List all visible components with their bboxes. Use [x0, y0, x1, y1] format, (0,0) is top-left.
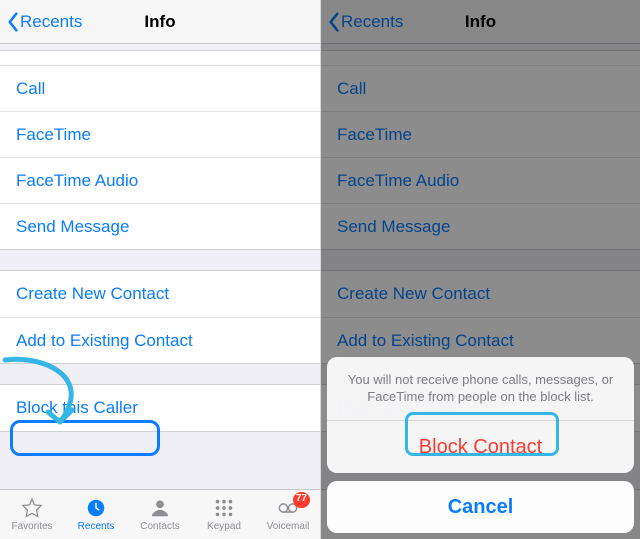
action-sheet: You will not receive phone calls, messag… — [327, 357, 634, 533]
keypad-icon — [212, 497, 236, 519]
action-sheet-message: You will not receive phone calls, messag… — [327, 357, 634, 421]
scroll-content: Call FaceTime FaceTime Audio Send Messag… — [0, 50, 320, 432]
phone-right: Recents Info Call FaceTime FaceTime Audi… — [320, 0, 640, 539]
nav-bar: Recents Info — [0, 0, 320, 44]
call-row[interactable]: Call — [0, 65, 320, 111]
tab-bar: Favorites Recents Contacts Keypad — [0, 489, 320, 539]
back-button[interactable]: Recents — [0, 12, 82, 32]
block-contact-button[interactable]: Block Contact — [327, 421, 634, 473]
tab-recents[interactable]: Recents — [64, 490, 128, 539]
actions-group: Call FaceTime FaceTime Audio Send Messag… — [0, 50, 320, 250]
tab-contacts[interactable]: Contacts — [128, 490, 192, 539]
clock-icon — [84, 497, 108, 519]
add-existing-contact-row[interactable]: Add to Existing Contact — [0, 317, 320, 363]
block-caller-row[interactable]: Block this Caller — [0, 385, 320, 431]
action-sheet-body: You will not receive phone calls, messag… — [327, 357, 634, 473]
tab-keypad[interactable]: Keypad — [192, 490, 256, 539]
truncated-row — [0, 51, 320, 65]
voicemail-badge: 77 — [293, 492, 310, 508]
tab-favorites[interactable]: Favorites — [0, 490, 64, 539]
tab-voicemail[interactable]: Voicemail 77 — [256, 490, 320, 539]
screenshot-pair: Recents Info Call FaceTime FaceTime Audi… — [0, 0, 640, 539]
back-label: Recents — [20, 12, 82, 32]
facetime-row[interactable]: FaceTime — [0, 111, 320, 157]
star-icon — [20, 497, 44, 519]
block-group: Block this Caller — [0, 384, 320, 432]
person-icon — [148, 497, 172, 519]
phone-left: Recents Info Call FaceTime FaceTime Audi… — [0, 0, 320, 539]
cancel-button[interactable]: Cancel — [327, 481, 634, 533]
chevron-left-icon — [6, 12, 20, 32]
create-contact-row[interactable]: Create New Contact — [0, 271, 320, 317]
facetime-audio-row[interactable]: FaceTime Audio — [0, 157, 320, 203]
contact-group: Create New Contact Add to Existing Conta… — [0, 270, 320, 364]
send-message-row[interactable]: Send Message — [0, 203, 320, 249]
